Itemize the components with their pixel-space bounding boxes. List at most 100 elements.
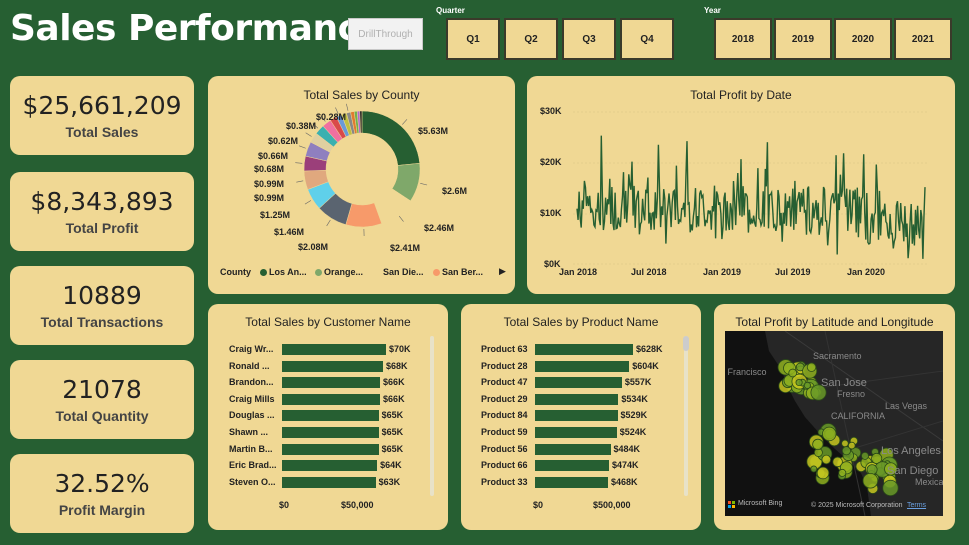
map-copyright: © 2025 Microsoft Corporation	[811, 502, 903, 509]
year-2019-button[interactable]: 2019	[774, 18, 832, 60]
bar-category-label: Douglas ...	[229, 410, 275, 421]
profit-bubble[interactable]	[812, 438, 824, 451]
scrollbar-thumb[interactable]	[683, 336, 689, 351]
profit-by-date-panel: Total Profit by Date $30K $20K $10K $0K …	[527, 76, 955, 294]
bar[interactable]	[535, 476, 609, 488]
map-place-label: Los Angeles	[881, 445, 941, 457]
leader-line	[420, 183, 428, 186]
year-2021-button[interactable]: 2021	[894, 18, 952, 60]
x-tick: Jan 2019	[703, 267, 742, 277]
x-tick: $0	[533, 500, 544, 510]
quarter-slicer-label: Quarter	[436, 6, 465, 15]
profit-bubble[interactable]	[788, 368, 798, 378]
kpi-value: 32.52%	[54, 469, 150, 498]
bar-data-label: $63K	[378, 476, 401, 487]
bar[interactable]	[282, 460, 378, 472]
quarter-q4-button[interactable]: Q4	[620, 18, 674, 60]
drillthrough-button[interactable]: DrillThrough	[348, 18, 423, 50]
legend-marker	[260, 269, 267, 276]
kpi-total-quantity: 21078 Total Quantity	[10, 360, 194, 439]
bar-data-label: $468K	[611, 476, 638, 487]
bar[interactable]	[535, 377, 622, 389]
profit-bubble[interactable]	[821, 454, 832, 465]
bar[interactable]	[282, 410, 379, 422]
kpi-total-sales: $25,661,209 Total Sales	[10, 76, 194, 155]
profit-bubble[interactable]	[795, 378, 803, 387]
bar[interactable]	[535, 360, 630, 372]
x-tick: Jan 2020	[847, 267, 886, 277]
map-place-label: CALIFORNIA	[831, 411, 886, 421]
bar[interactable]	[535, 344, 633, 355]
bar-data-label: $65K	[381, 410, 404, 421]
bar-data-label: $534K	[621, 393, 648, 404]
map-view[interactable]: San Francisco Sacramento San Jose Fresno…	[725, 331, 943, 516]
bar-category-label: Product 84	[481, 410, 528, 421]
bar-data-label: $66K	[383, 393, 405, 404]
legend-next-icon[interactable]: ▶	[499, 266, 506, 277]
bar[interactable]	[535, 410, 618, 422]
profit-bubble[interactable]	[810, 465, 818, 473]
profit-bubble[interactable]	[822, 426, 837, 442]
y-tick: $20K	[540, 157, 562, 167]
bar[interactable]	[535, 393, 619, 405]
bar[interactable]	[535, 427, 617, 438]
bar[interactable]	[282, 427, 379, 438]
bar[interactable]	[535, 460, 609, 472]
bar-category-label: Product 66	[481, 460, 528, 471]
bar-data-label: $68K	[386, 360, 408, 371]
legend-item[interactable]: San Die...	[383, 267, 424, 277]
donut-slice[interactable]	[361, 110, 420, 166]
bar-data-label: $524K	[619, 427, 647, 437]
page-title: Sales Performance	[10, 8, 383, 49]
kpi-total-profit: $8,343,893 Total Profit	[10, 172, 194, 251]
legend-item[interactable]: Orange...	[324, 267, 363, 277]
legend-marker	[374, 269, 381, 276]
line-chart	[573, 111, 927, 265]
kpi-label: Total Profit	[65, 220, 139, 236]
x-tick: $50,000	[341, 500, 374, 510]
bar[interactable]	[535, 443, 611, 455]
profit-bubble[interactable]	[838, 468, 847, 477]
legend-item[interactable]: San Ber...	[442, 267, 483, 277]
bar-category-label: Craig Wr...	[229, 344, 274, 354]
kpi-label: Profit Margin	[58, 502, 146, 518]
year-2020-button[interactable]: 2020	[834, 18, 892, 60]
panel-title: Total Profit by Latitude and Longitude	[735, 315, 934, 329]
bar[interactable]	[282, 360, 384, 372]
profit-bubble[interactable]	[847, 441, 856, 450]
quarter-q2-button[interactable]: Q2	[504, 18, 558, 60]
bar[interactable]	[282, 443, 379, 455]
x-tick: Jan 2018	[559, 267, 598, 277]
legend-item[interactable]: Los An...	[269, 267, 307, 277]
bar[interactable]	[282, 377, 381, 389]
profit-bubble[interactable]	[862, 472, 879, 489]
slice-data-label: $1.46M	[274, 227, 304, 237]
year-2018-button[interactable]: 2018	[714, 18, 772, 60]
profit-bubble[interactable]	[803, 381, 812, 389]
bar-data-label: $70K	[389, 344, 411, 354]
profit-series-line[interactable]	[576, 135, 926, 259]
bar[interactable]	[282, 476, 376, 488]
bar[interactable]	[282, 393, 381, 405]
bing-logo-text: Microsoft Bing	[738, 500, 783, 507]
slice-data-label: $2.41M	[390, 243, 420, 253]
microsoft-logo-icon	[728, 501, 736, 509]
quarter-q3-button[interactable]: Q3	[562, 18, 616, 60]
leader-line	[402, 119, 408, 125]
profit-bubble[interactable]	[841, 439, 849, 448]
bar[interactable]	[282, 344, 386, 355]
quarter-q1-button[interactable]: Q1	[446, 18, 500, 60]
scrollbar[interactable]	[683, 336, 689, 496]
profit-bubble[interactable]	[861, 451, 869, 460]
map-terms-link[interactable]: Terms	[907, 502, 926, 509]
profit-bubble[interactable]	[882, 479, 899, 497]
x-tick: $0	[279, 500, 290, 510]
map-place-label: Sacramento	[813, 351, 862, 361]
map-place-label: San Jose	[821, 377, 867, 389]
profit-bubble[interactable]	[806, 362, 817, 372]
map-place-label: Mexicali	[915, 477, 943, 487]
scrollbar[interactable]	[430, 336, 434, 496]
profit-bubble[interactable]	[816, 466, 830, 480]
slice-data-label: $1.25M	[260, 210, 290, 220]
slice-data-label: $2.08M	[298, 242, 328, 252]
